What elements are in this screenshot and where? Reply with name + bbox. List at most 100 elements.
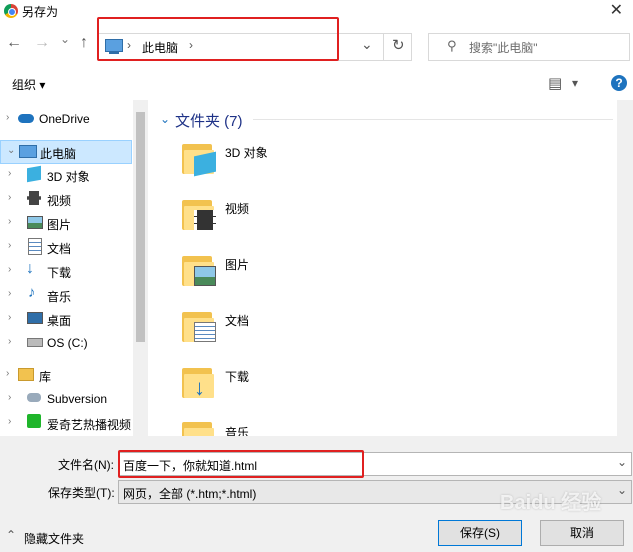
cube-icon: [27, 165, 41, 183]
folder-label[interactable]: 3D 对象: [225, 144, 268, 161]
save-options-panel: 文件名(N): 百度一下，你就知道.html ⌄ 保存类型(T): 网页，全部 …: [0, 436, 633, 552]
address-highlight-annotation: [97, 17, 339, 61]
cloud-icon: [18, 114, 34, 123]
sidebar-item-label: 库: [39, 370, 52, 384]
sidebar-item-videos[interactable]: › 视频: [0, 188, 148, 210]
chrome-icon: [4, 4, 18, 18]
sidebar-item-label: OneDrive: [39, 112, 90, 126]
refresh-button[interactable]: ↻: [392, 36, 405, 54]
sidebar-item-subversion[interactable]: › Subversion: [0, 388, 148, 410]
sidebar-item-iqiyi[interactable]: › 爱奇艺热播视频: [0, 412, 148, 434]
chevron-down-icon[interactable]: ⌄: [617, 455, 627, 469]
expand-arrow-icon[interactable]: ›: [8, 240, 11, 251]
expand-arrow-icon[interactable]: ›: [8, 264, 11, 275]
sidebar-scrollbar-thumb[interactable]: [136, 112, 145, 342]
download-icon: ↓: [26, 260, 34, 277]
folder-documents[interactable]: [182, 308, 218, 342]
chevron-up-icon[interactable]: ⌃: [6, 528, 16, 542]
folder-label[interactable]: 视频: [225, 200, 249, 217]
sidebar-item-label: Subversion: [47, 392, 108, 406]
sidebar-item-os-c[interactable]: › OS (C:): [0, 332, 148, 354]
sidebar-item-documents[interactable]: › 文档: [0, 236, 148, 258]
collapse-arrow-icon[interactable]: ⌄: [7, 145, 15, 156]
sidebar-item-this-pc[interactable]: ⌄ 此电脑: [0, 140, 132, 164]
expand-arrow-icon[interactable]: ›: [6, 368, 9, 379]
expand-arrow-icon[interactable]: ›: [8, 216, 11, 227]
recent-locations-dropdown[interactable]: ⌄: [60, 32, 70, 46]
sidebar-item-onedrive[interactable]: › OneDrive: [0, 108, 148, 130]
desktop-icon: [27, 312, 43, 324]
expand-arrow-icon[interactable]: ›: [8, 312, 11, 323]
window-title: 另存为: [22, 5, 59, 19]
sidebar-item-label: 爱奇艺热播视频: [47, 418, 132, 432]
sidebar-item-label: 视频: [47, 194, 72, 208]
view-icon[interactable]: ▤: [548, 74, 562, 92]
library-icon: [18, 368, 34, 381]
picture-icon: [194, 266, 216, 286]
cancel-button[interactable]: 取消: [540, 520, 624, 546]
filetype-label: 保存类型(T):: [48, 486, 115, 500]
navigation-pane: › OneDrive ⌄ 此电脑 › 3D 对象 › 视频 › 图片 › 文档 …: [0, 100, 148, 436]
folder-pictures[interactable]: [182, 252, 218, 286]
expand-arrow-icon[interactable]: ›: [8, 168, 11, 179]
search-icon: ⚲: [447, 38, 457, 53]
search-box[interactable]: ⚲ 搜索"此电脑": [428, 33, 630, 61]
video-icon: [27, 191, 41, 205]
save-button[interactable]: 保存(S): [438, 520, 522, 546]
sidebar-item-label: 下载: [47, 266, 72, 280]
forward-button[interactable]: →: [34, 34, 50, 52]
sidebar-item-downloads[interactable]: › ↓ 下载: [0, 260, 148, 282]
organize-menu[interactable]: 组织 ▾: [12, 76, 45, 93]
expand-arrow-icon[interactable]: ›: [8, 336, 11, 347]
help-button[interactable]: ?: [611, 75, 627, 91]
navigation-bar: ← → ⌄ ↑ › 此电脑 › ⌄ ↻ ⚲ 搜索"此电脑": [0, 17, 633, 68]
sidebar-item-label: OS (C:): [47, 336, 88, 350]
expand-arrow-icon[interactable]: ›: [8, 192, 11, 203]
folder-label[interactable]: 图片: [225, 256, 249, 273]
up-button[interactable]: ↑: [80, 34, 88, 52]
sidebar-item-label: 图片: [47, 218, 72, 232]
expand-arrow-icon[interactable]: ›: [8, 392, 11, 403]
refresh-divider: [383, 33, 384, 61]
expand-arrow-icon[interactable]: ›: [8, 288, 11, 299]
view-dropdown[interactable]: ▾: [572, 76, 578, 90]
search-input[interactable]: 搜索"此电脑": [469, 39, 538, 56]
picture-icon: [27, 216, 43, 229]
group-header-folders[interactable]: 文件夹 (7): [175, 110, 243, 131]
file-list-pane: ⌄ 文件夹 (7) 3D 对象 视频 图片 文档 ↓ 下载 ♪ 音乐: [148, 100, 633, 452]
collapse-group-icon[interactable]: ⌄: [160, 112, 170, 126]
sidebar-item-label: 音乐: [47, 290, 72, 304]
sidebar-item-desktop[interactable]: › 桌面: [0, 308, 148, 330]
music-icon: ♪: [28, 284, 36, 301]
sidebar-item-3d-objects[interactable]: › 3D 对象: [0, 164, 148, 186]
group-header-divider: [253, 119, 613, 120]
folder-3d-objects[interactable]: [182, 140, 218, 177]
sidebar-item-label: 桌面: [47, 314, 72, 328]
sidebar-item-library[interactable]: › 库: [0, 364, 148, 386]
folder-label[interactable]: 下载: [225, 368, 249, 385]
sidebar-item-label: 此电脑: [40, 147, 77, 161]
close-button[interactable]: ✕: [610, 0, 623, 20]
sidebar-item-pictures[interactable]: › 图片: [0, 212, 148, 234]
watermark: Baidu 经验: [500, 492, 602, 514]
iqiyi-icon: [27, 414, 41, 428]
toolbar: 组织 ▾ ▤ ▾ ?: [0, 68, 633, 101]
expand-arrow-icon[interactable]: ›: [8, 416, 11, 427]
back-button[interactable]: ←: [6, 34, 22, 52]
download-icon: ↓: [194, 375, 205, 400]
computer-icon: [19, 145, 37, 158]
file-list-scrollbar-thumb[interactable]: [620, 108, 630, 424]
folder-downloads[interactable]: ↓: [182, 364, 218, 400]
filetype-value: 网页，全部 (*.htm;*.html): [123, 487, 257, 501]
document-icon: [28, 238, 42, 255]
sidebar-item-label: 3D 对象: [47, 170, 90, 184]
folder-label[interactable]: 文档: [225, 312, 249, 329]
video-icon: [194, 210, 216, 230]
drive-icon: [27, 338, 43, 347]
sidebar-item-music[interactable]: › ♪ 音乐: [0, 284, 148, 306]
expand-arrow-icon[interactable]: ›: [6, 112, 9, 123]
hide-folders-toggle[interactable]: 隐藏文件夹: [24, 530, 84, 547]
chevron-down-icon[interactable]: ⌄: [617, 483, 627, 497]
address-dropdown-button[interactable]: ⌄: [361, 36, 373, 53]
folder-videos[interactable]: [182, 196, 218, 230]
